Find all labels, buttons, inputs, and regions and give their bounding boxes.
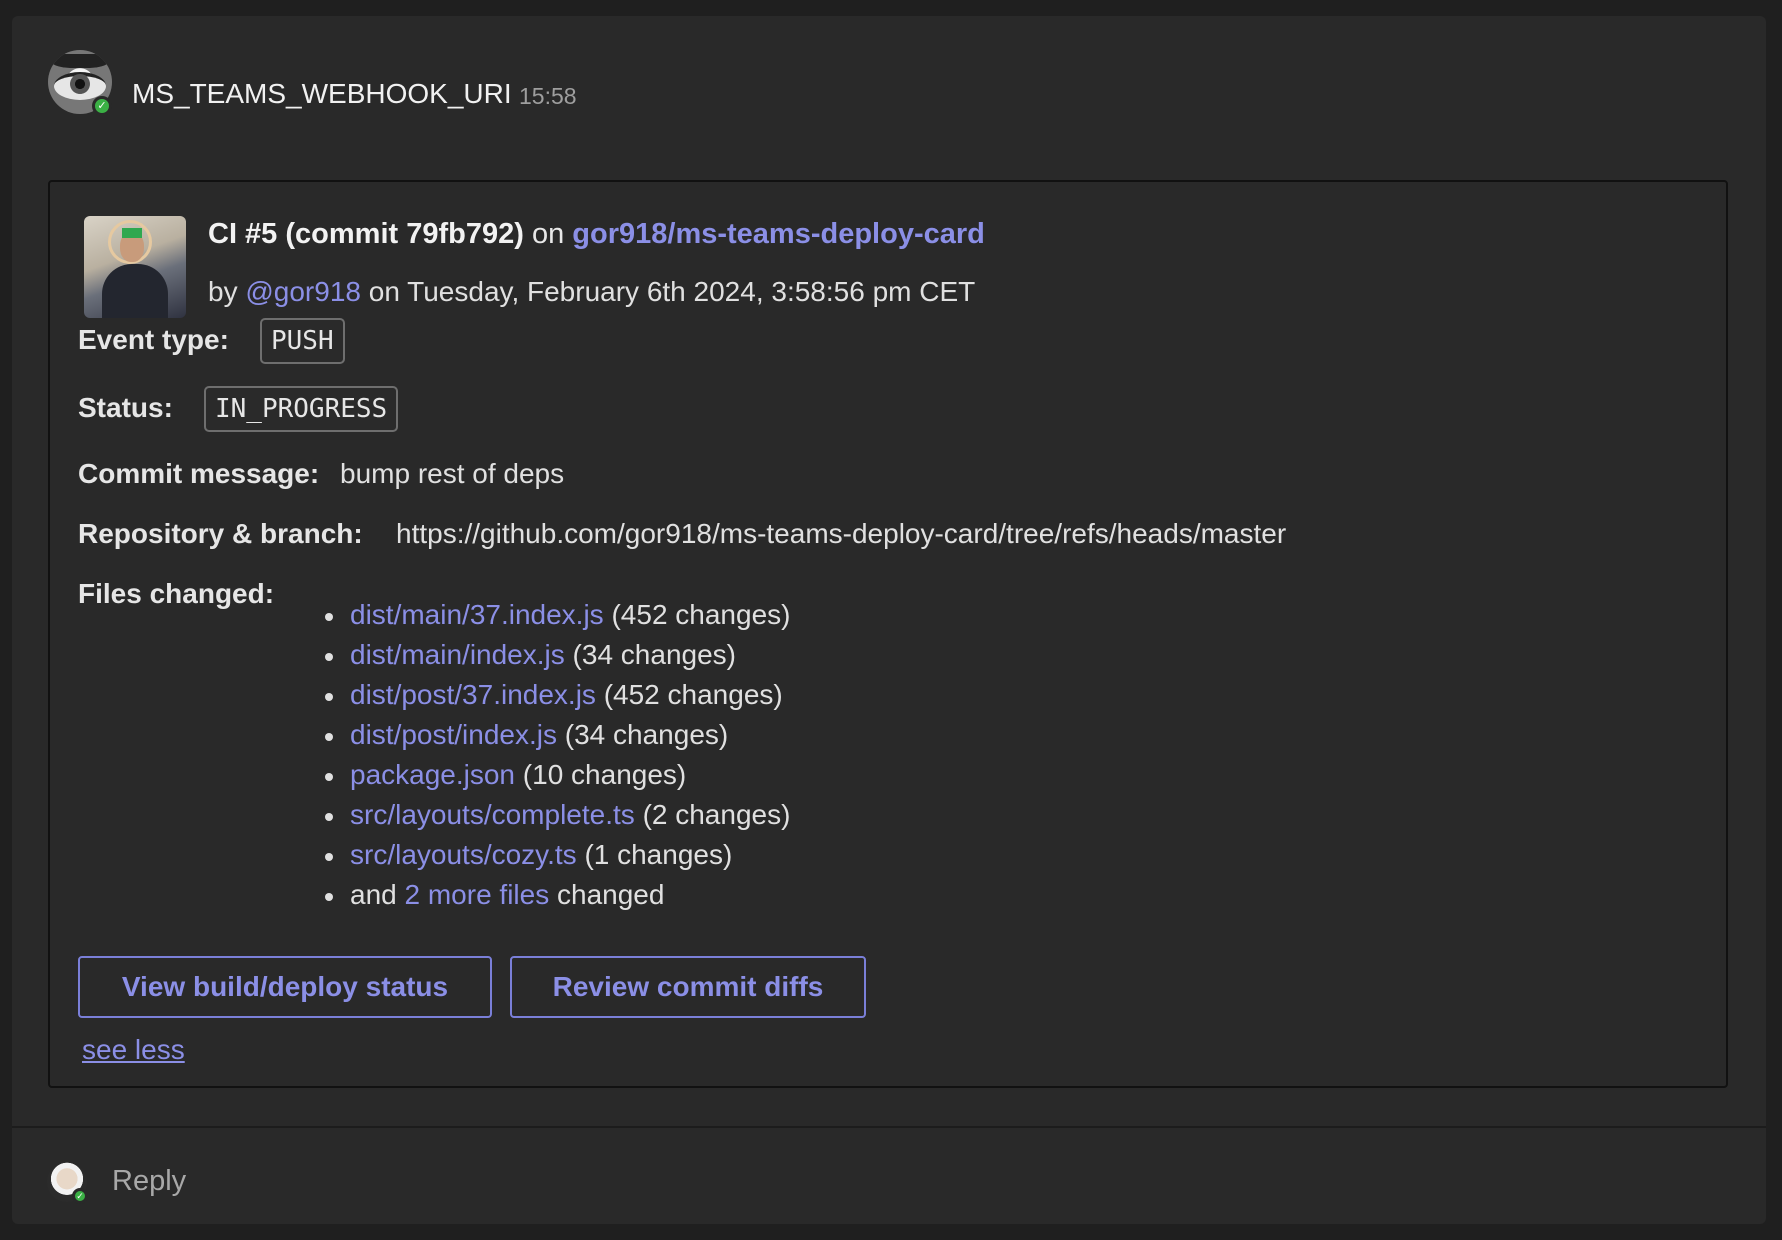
file-changes: (452 changes) xyxy=(603,679,783,710)
message-timestamp: 15:58 xyxy=(519,83,577,109)
sender-name[interactable]: MS_TEAMS_WEBHOOK_URI xyxy=(132,78,512,110)
card-title: CI #5 (commit 79fb792) on gor918/ms-team… xyxy=(208,218,985,251)
author-line: by @gor918 on Tuesday, February 6th 2024… xyxy=(208,276,975,308)
author-avatar xyxy=(84,216,186,318)
files-changed-list: dist/main/37.index.js (452 changes) dist… xyxy=(320,595,790,915)
user-presence-icon: ✓ xyxy=(72,1188,88,1204)
repo-branch-label: Repository & branch: xyxy=(78,518,363,549)
file-link[interactable]: dist/post/37.index.js xyxy=(350,679,596,710)
list-item: src/layouts/complete.ts (2 changes) xyxy=(320,795,790,835)
status-badge: IN_PROGRESS xyxy=(204,386,399,432)
list-item: dist/post/index.js (34 changes) xyxy=(320,715,790,755)
title-on-text: on xyxy=(531,218,565,250)
view-build-status-button[interactable]: View build/deploy status xyxy=(78,956,492,1018)
presence-available-icon: ✓ xyxy=(92,96,112,116)
list-item: dist/main/index.js (34 changes) xyxy=(320,635,790,675)
commit-message-value: bump rest of deps xyxy=(340,458,565,489)
ci-run-title: CI #5 (commit 79fb792) xyxy=(208,218,524,250)
list-item: dist/main/37.index.js (452 changes) xyxy=(320,595,790,635)
status-label: Status: xyxy=(78,392,173,423)
footer-divider xyxy=(12,1126,1766,1128)
avatar-cap xyxy=(122,228,142,238)
event-type-label: Event type: xyxy=(78,324,229,355)
file-link[interactable]: dist/post/index.js xyxy=(350,719,557,750)
file-changes: (10 changes) xyxy=(522,759,687,790)
author-link[interactable]: @gor918 xyxy=(245,276,361,307)
file-link[interactable]: dist/main/index.js xyxy=(350,639,565,670)
file-changes: (34 changes) xyxy=(572,639,736,670)
file-changes: (1 changes) xyxy=(584,839,733,870)
file-link[interactable]: dist/main/37.index.js xyxy=(350,599,604,630)
more-prefix: and xyxy=(350,879,397,910)
list-item: package.json (10 changes) xyxy=(320,755,790,795)
by-prefix: by xyxy=(208,276,238,307)
list-item: src/layouts/cozy.ts (1 changes) xyxy=(320,835,790,875)
file-link[interactable]: src/layouts/complete.ts xyxy=(350,799,635,830)
avatar-brow xyxy=(52,54,108,68)
reply-button[interactable]: Reply xyxy=(112,1165,186,1198)
file-changes: (452 changes) xyxy=(611,599,791,630)
repo-link[interactable]: gor918/ms-teams-deploy-card xyxy=(572,218,985,250)
commit-message-label: Commit message: xyxy=(78,458,320,489)
file-changes: (2 changes) xyxy=(642,799,791,830)
more-files-link[interactable]: 2 more files xyxy=(405,879,550,910)
event-type-badge: PUSH xyxy=(260,318,345,364)
file-link[interactable]: package.json xyxy=(350,759,515,790)
avatar-iris xyxy=(70,74,90,94)
repo-branch-link[interactable]: https://github.com/gor918/ms-teams-deplo… xyxy=(396,518,1286,550)
message-panel: ✓ MS_TEAMS_WEBHOOK_URI 15:58 CI #5 (comm… xyxy=(12,16,1766,1224)
file-link[interactable]: src/layouts/cozy.ts xyxy=(350,839,577,870)
avatar-body xyxy=(102,264,168,318)
file-changes: (34 changes) xyxy=(564,719,729,750)
files-changed-label: Files changed: xyxy=(78,578,275,609)
list-item: dist/post/37.index.js (452 changes) xyxy=(320,675,790,715)
deploy-card: CI #5 (commit 79fb792) on gor918/ms-team… xyxy=(48,180,1728,1088)
list-item: and 2 more files changed xyxy=(320,875,790,915)
commit-date: on Tuesday, February 6th 2024, 3:58:56 p… xyxy=(368,276,976,307)
more-suffix: changed xyxy=(557,879,665,910)
review-commit-diffs-button[interactable]: Review commit diffs xyxy=(510,956,866,1018)
see-less-link[interactable]: see less xyxy=(82,1034,185,1066)
